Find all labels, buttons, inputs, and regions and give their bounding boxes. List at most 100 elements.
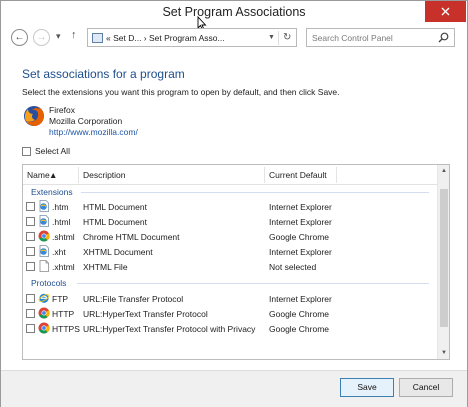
control-panel-icon: [92, 33, 103, 43]
html-file-icon: [38, 200, 50, 212]
firefox-icon: [24, 106, 44, 126]
scroll-thumb[interactable]: [440, 189, 448, 327]
item-current-default: Not selected: [269, 262, 317, 272]
group-divider: [81, 192, 429, 193]
checkbox[interactable]: [26, 202, 35, 211]
checkbox[interactable]: [26, 232, 35, 241]
chrome-icon: [38, 307, 50, 319]
generic-file-icon: [38, 260, 50, 272]
list-header: ▲ Name Description Current Default: [23, 165, 437, 185]
breadcrumb[interactable]: « Set D... › Set Program Asso...: [106, 33, 225, 43]
search-placeholder: Search Control Panel: [312, 33, 393, 43]
up-button[interactable]: ↑: [71, 29, 77, 41]
item-name: HTTP: [52, 309, 75, 319]
ie-icon: [38, 292, 50, 304]
item-name: .shtml: [52, 232, 75, 242]
close-icon: [441, 7, 450, 16]
item-current-default: Internet Explorer: [269, 202, 332, 212]
checkbox[interactable]: [26, 324, 35, 333]
chrome-icon: [38, 230, 50, 242]
program-name: Firefox: [49, 105, 75, 115]
html-file-icon: [38, 245, 50, 257]
checkbox[interactable]: [26, 294, 35, 303]
title-bar[interactable]: Set Program Associations: [1, 1, 467, 31]
vertical-scrollbar[interactable]: ▲ ▼: [437, 165, 449, 359]
html-file-icon: [38, 215, 50, 227]
checkbox[interactable]: [26, 262, 35, 271]
recent-locations-button[interactable]: ▾: [56, 31, 61, 42]
checkbox[interactable]: [22, 146, 31, 156]
item-description: URL:HyperText Transfer Protocol: [83, 309, 208, 319]
search-icon[interactable]: [438, 32, 449, 43]
item-description: XHTML File: [83, 262, 128, 272]
column-header-name[interactable]: Name: [27, 170, 50, 180]
checkbox[interactable]: [26, 309, 35, 318]
back-arrow-icon: ←: [14, 32, 25, 43]
navigation-bar: ← → ▾ ↑ « Set D... › Set Program Asso...…: [1, 25, 467, 49]
scroll-down-icon[interactable]: ▼: [438, 347, 449, 359]
scroll-up-icon[interactable]: ▲: [438, 165, 449, 177]
column-header-description[interactable]: Description: [83, 170, 126, 180]
set-program-associations-window: Set Program Associations ← → ▾ ↑ « Set D…: [0, 0, 468, 407]
instruction-text: Select the extensions you want this prog…: [22, 87, 340, 97]
forward-button[interactable]: →: [33, 29, 50, 46]
item-description: HTML Document: [83, 202, 147, 212]
list-item[interactable]: .xht XHTML Document Internet Explorer: [26, 244, 434, 259]
item-current-default: Internet Explorer: [269, 217, 332, 227]
list-item[interactable]: FTP URL:File Transfer Protocol Internet Ex…: [26, 291, 434, 306]
back-button[interactable]: ←: [11, 29, 28, 46]
refresh-icon[interactable]: ↻: [283, 32, 291, 43]
chrome-icon: [38, 322, 50, 334]
item-name: HTTPS: [52, 324, 80, 334]
group-header-protocols: Protocols: [31, 278, 67, 288]
select-all-checkbox[interactable]: Select All: [22, 146, 70, 156]
group-header-extensions: Extensions: [31, 187, 73, 197]
column-divider[interactable]: [264, 167, 265, 183]
program-company: Mozilla Corporation: [49, 116, 123, 126]
item-description: HTML Document: [83, 217, 147, 227]
up-arrow-icon: ↑: [71, 29, 77, 41]
search-input[interactable]: Search Control Panel: [306, 28, 455, 47]
item-description: URL:File Transfer Protocol: [83, 294, 184, 304]
chevron-down-icon: ▾: [56, 31, 61, 41]
item-name: .html: [52, 217, 71, 227]
item-current-default: Internet Explorer: [269, 294, 332, 304]
program-url-link[interactable]: http://www.mozilla.com/: [49, 127, 138, 137]
item-name: FTP: [52, 294, 69, 304]
item-name: .xhtml: [52, 262, 75, 272]
item-description: URL:HyperText Transfer Protocol with Pri…: [83, 324, 256, 334]
address-bar[interactable]: « Set D... › Set Program Asso... ▼ ↻: [87, 28, 297, 47]
column-divider[interactable]: [336, 167, 337, 183]
group-divider: [77, 283, 429, 284]
item-current-default: Google Chrome: [269, 309, 330, 319]
item-name: .htm: [52, 202, 69, 212]
sort-ascending-icon: ▲: [49, 170, 58, 180]
close-button[interactable]: [425, 1, 466, 22]
address-divider: [278, 31, 279, 45]
list-item[interactable]: HTTPS URL:HyperText Transfer Protocol wit…: [26, 321, 434, 336]
list-item[interactable]: .xhtml XHTML File Not selected: [26, 259, 434, 274]
window-title: Set Program Associations: [162, 5, 306, 19]
cancel-button[interactable]: Cancel: [399, 378, 453, 397]
item-description: Chrome HTML Document: [83, 232, 180, 242]
checkbox[interactable]: [26, 217, 35, 226]
dialog-footer: Save Cancel: [1, 370, 467, 407]
list-item[interactable]: .htm HTML Document Internet Explorer: [26, 199, 434, 214]
select-all-label: Select All: [35, 146, 70, 156]
page-heading: Set associations for a program: [22, 67, 185, 81]
item-current-default: Google Chrome: [269, 324, 330, 334]
address-dropdown-icon[interactable]: ▼: [268, 34, 275, 41]
checkbox[interactable]: [26, 247, 35, 256]
list-item[interactable]: .html HTML Document Internet Explorer: [26, 214, 434, 229]
column-header-current-default[interactable]: Current Default: [269, 170, 327, 180]
associations-list: ▲ Name Description Current Default Exten…: [22, 164, 450, 360]
list-item[interactable]: .shtml Chrome HTML Document Google Chrome: [26, 229, 434, 244]
save-button[interactable]: Save: [340, 378, 394, 397]
item-description: XHTML Document: [83, 247, 153, 257]
item-current-default: Internet Explorer: [269, 247, 332, 257]
forward-arrow-icon: →: [36, 32, 47, 43]
list-item[interactable]: HTTP URL:HyperText Transfer Protocol Googl…: [26, 306, 434, 321]
column-divider[interactable]: [78, 167, 79, 183]
item-name: .xht: [52, 247, 66, 257]
item-current-default: Google Chrome: [269, 232, 330, 242]
